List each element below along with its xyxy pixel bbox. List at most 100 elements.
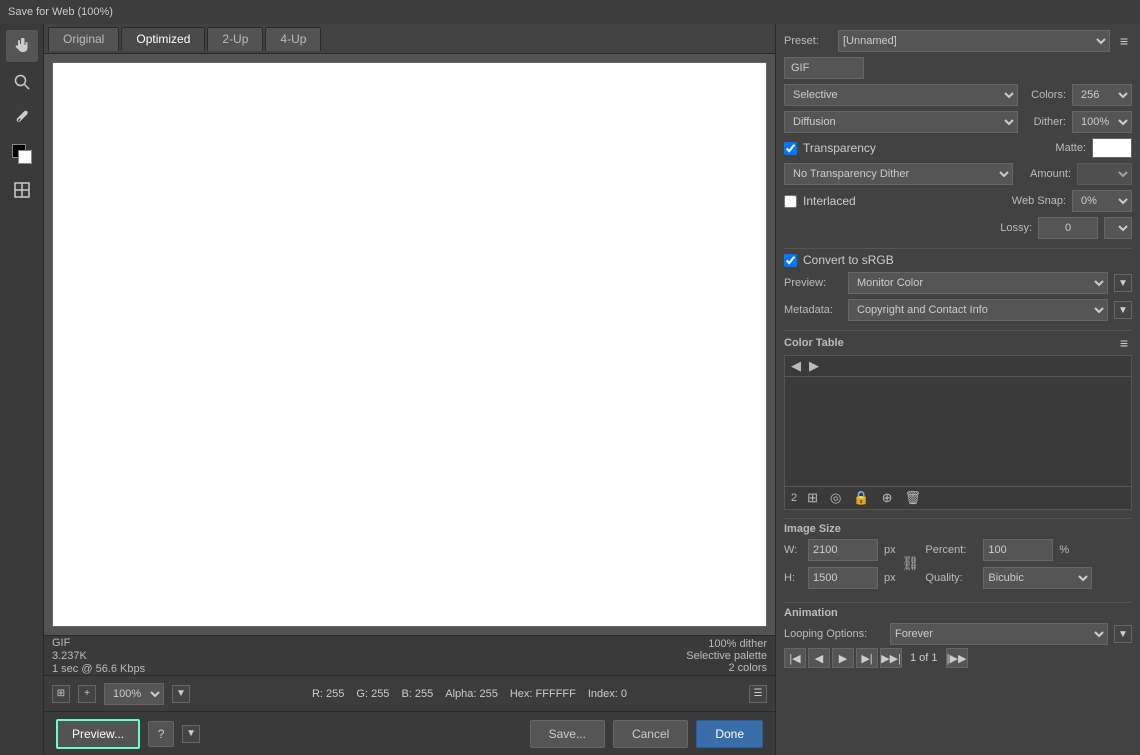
zoom-dropdown-button[interactable]: ▼ bbox=[172, 685, 190, 703]
percent-quality-fields: Percent: % Quality: Bicubic Bilinear Nea… bbox=[925, 539, 1092, 592]
quality-row: Quality: Bicubic Bilinear Nearest Neighb… bbox=[925, 567, 1092, 589]
format-display: GIF bbox=[784, 57, 864, 79]
center-area: Original Optimized 2-Up 4-Up GIF 3.237K … bbox=[44, 24, 775, 755]
save-button[interactable]: Save... bbox=[530, 720, 605, 748]
tab-optimized[interactable]: Optimized bbox=[121, 27, 205, 51]
color-table-delete-btn[interactable]: 🗑 bbox=[902, 490, 923, 506]
transparency-dither-row: No Transparency Dither Diffusion Transpa… bbox=[784, 163, 1132, 185]
anim-last-button[interactable]: ▶▶| bbox=[880, 648, 902, 668]
color-table-add-btn[interactable]: ⊕ bbox=[880, 490, 895, 506]
lossy-row: Lossy: bbox=[784, 217, 1132, 239]
done-button[interactable]: Done bbox=[696, 720, 763, 748]
footer-dropdown-button[interactable]: ▼ bbox=[182, 725, 200, 743]
anim-prev-button[interactable]: ◀ bbox=[808, 648, 830, 668]
left-toolbar bbox=[0, 24, 44, 755]
zoom-select[interactable]: 100% 50% 200% bbox=[104, 683, 164, 705]
web-snap-select[interactable]: 0% 1% 2% bbox=[1072, 190, 1132, 212]
metadata-dropdown-button[interactable]: ▼ bbox=[1114, 301, 1132, 319]
footer-right: Save... Cancel Done bbox=[530, 720, 763, 748]
hand-tool-button[interactable] bbox=[6, 30, 38, 62]
eyedropper-tool-button[interactable] bbox=[6, 102, 38, 134]
convert-srgb-checkbox[interactable] bbox=[784, 254, 797, 267]
color-table-menu-button[interactable]: ≡ bbox=[1116, 335, 1132, 351]
dither-value-select[interactable]: 100% 75% 50% bbox=[1072, 111, 1132, 133]
looping-select[interactable]: Forever Once Other... bbox=[890, 623, 1108, 645]
image-size-fields: W: px H: px ⛓ Percent: bbox=[784, 539, 1132, 592]
transparency-checkbox-label[interactable]: Transparency bbox=[803, 141, 876, 155]
matte-swatch[interactable] bbox=[1092, 138, 1132, 158]
color-table-shift-btn[interactable]: ◎ bbox=[828, 490, 843, 506]
quality-select[interactable]: Bicubic Bilinear Nearest Neighbor bbox=[983, 567, 1092, 589]
canvas-add-button[interactable]: + bbox=[78, 685, 96, 703]
canvas-container bbox=[44, 54, 775, 635]
preview-row: Preview: Monitor Color ▼ bbox=[784, 272, 1132, 294]
lossy-input[interactable] bbox=[1038, 217, 1098, 239]
image-size-title-text: Image Size bbox=[784, 523, 841, 535]
pixel-r: R: 255 bbox=[312, 688, 344, 700]
help-button[interactable]: ? bbox=[148, 721, 174, 747]
cancel-button[interactable]: Cancel bbox=[613, 720, 688, 748]
animation-title: Animation bbox=[784, 607, 1132, 619]
interlaced-checkbox[interactable] bbox=[784, 195, 797, 208]
title-bar: Save for Web (100%) bbox=[0, 0, 1140, 24]
convert-srgb-row: Convert to sRGB bbox=[784, 253, 1132, 267]
pixel-info: R: 255 G: 255 B: 255 Alpha: 255 Hex: FFF… bbox=[198, 688, 741, 700]
transparency-checkbox[interactable] bbox=[784, 142, 797, 155]
height-input[interactable] bbox=[808, 567, 878, 589]
percent-unit: % bbox=[1059, 544, 1069, 556]
w-unit: px bbox=[884, 544, 896, 556]
tab-original[interactable]: Original bbox=[48, 27, 119, 51]
preset-menu-button[interactable]: ≡ bbox=[1116, 33, 1132, 49]
color-picker-button[interactable] bbox=[6, 138, 38, 170]
amount-label: Amount: bbox=[1019, 168, 1071, 180]
color-table-next-btn[interactable]: ▶ bbox=[807, 358, 821, 374]
percent-label: Percent: bbox=[925, 544, 977, 556]
metadata-row: Metadata: Copyright and Contact Info Non… bbox=[784, 299, 1132, 321]
w-label: W: bbox=[784, 544, 802, 556]
colors-label: 2 colors bbox=[686, 662, 767, 674]
image-size-label: 3.237K bbox=[52, 650, 145, 662]
preview-button[interactable]: Preview... bbox=[56, 719, 140, 749]
metadata-select[interactable]: Copyright and Contact Info None All bbox=[848, 299, 1108, 321]
anim-first-button[interactable]: |◀ bbox=[784, 648, 806, 668]
lossy-label: Lossy: bbox=[1000, 222, 1032, 234]
link-icon-container: ⛓ bbox=[902, 539, 920, 587]
canvas-expand-button[interactable]: ⊞ bbox=[52, 685, 70, 703]
color-table-map-btn[interactable]: ⊞ bbox=[805, 490, 820, 506]
convert-srgb-label[interactable]: Convert to sRGB bbox=[803, 253, 894, 267]
interlaced-label[interactable]: Interlaced bbox=[803, 194, 856, 208]
color-reduction-select[interactable]: Selective Perceptual Adaptive bbox=[784, 84, 1018, 106]
preview-dropdown-button[interactable]: ▼ bbox=[1114, 274, 1132, 292]
height-row: H: px bbox=[784, 567, 896, 589]
zoom-tool-button[interactable] bbox=[6, 66, 38, 98]
preview-select[interactable]: Monitor Color bbox=[848, 272, 1108, 294]
lossy-dropdown[interactable] bbox=[1104, 217, 1132, 239]
pixel-hex: Hex: FFFFFF bbox=[510, 688, 576, 700]
tab-2up[interactable]: 2-Up bbox=[207, 27, 263, 51]
bottom-info-left: GIF 3.237K 1 sec @ 56.6 Kbps bbox=[52, 637, 145, 675]
looping-row: Looping Options: Forever Once Other... ▼ bbox=[784, 623, 1132, 645]
color-table-prev-btn[interactable]: ◀ bbox=[789, 358, 803, 374]
footer-left: Preview... ? ▼ bbox=[56, 719, 200, 749]
tab-4up[interactable]: 4-Up bbox=[265, 27, 321, 51]
transparency-dither-select[interactable]: No Transparency Dither Diffusion Transpa… bbox=[784, 163, 1013, 185]
colors-select[interactable]: 256 128 64 bbox=[1072, 84, 1132, 106]
color-table-section-title: Color Table ≡ bbox=[784, 335, 1132, 351]
width-input[interactable] bbox=[808, 539, 878, 561]
footer-bar: Preview... ? ▼ Save... Cancel Done bbox=[44, 711, 775, 755]
anim-play-button[interactable]: ▶ bbox=[832, 648, 854, 668]
percent-input[interactable] bbox=[983, 539, 1053, 561]
anim-next-button[interactable]: ▶| bbox=[856, 648, 878, 668]
dither-select[interactable]: Diffusion Pattern Noise No Dither bbox=[784, 111, 1018, 133]
info-menu-button[interactable]: ☰ bbox=[749, 685, 767, 703]
divider-1 bbox=[784, 248, 1132, 249]
preview-label: Preview: bbox=[784, 277, 842, 289]
pixel-alpha: Alpha: 255 bbox=[445, 688, 498, 700]
preset-select[interactable]: [Unnamed] bbox=[838, 30, 1110, 52]
anim-end-button[interactable]: |▶▶ bbox=[946, 648, 968, 668]
slice-tool-button[interactable] bbox=[6, 174, 38, 206]
color-table-lock-btn[interactable]: 🔒 bbox=[851, 490, 871, 506]
color-table-footer: 2 ⊞ ◎ 🔒 ⊕ 🗑 bbox=[785, 486, 1131, 509]
looping-dropdown-button[interactable]: ▼ bbox=[1114, 625, 1132, 643]
amount-select[interactable] bbox=[1077, 163, 1132, 185]
